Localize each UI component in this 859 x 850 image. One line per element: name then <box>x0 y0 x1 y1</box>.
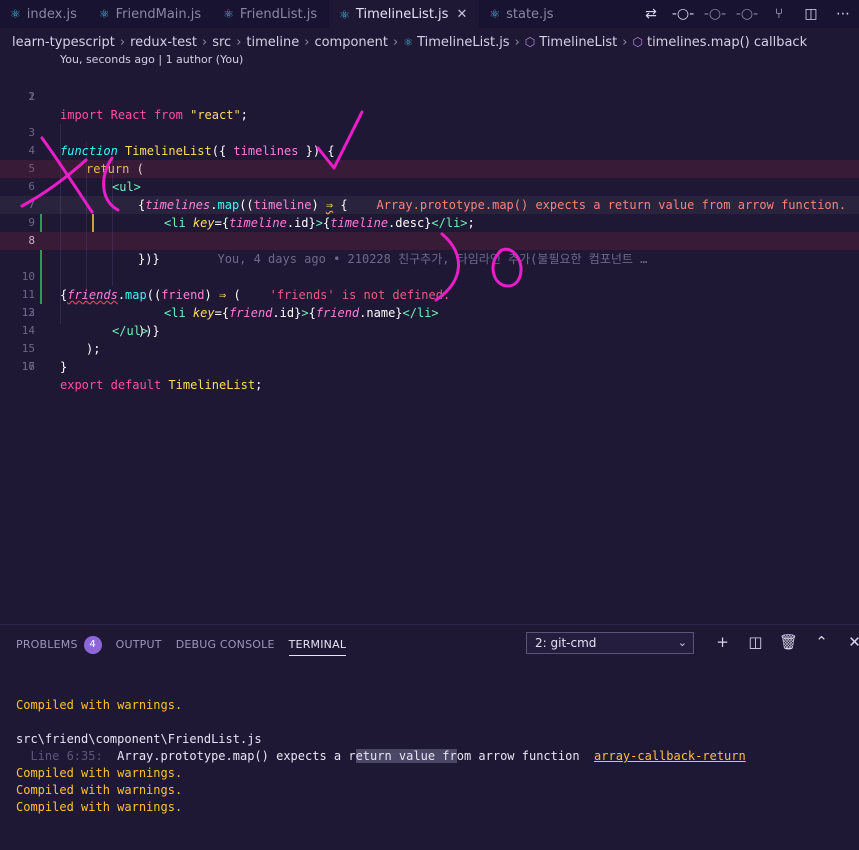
git-commit-icon[interactable]: -○- <box>667 6 699 22</box>
symbol-cube-icon: ⬡ <box>632 35 643 49</box>
code-line-current: 8 })} You, 4 days ago • 210228 친구추가, 타임라… <box>0 196 859 266</box>
token: default <box>110 378 162 392</box>
trash-icon[interactable]: 🗑 <box>772 633 805 651</box>
chevron-down-icon: ⌄ <box>677 636 687 649</box>
token: ; <box>255 378 263 392</box>
split-editor-icon[interactable]: ◫ <box>795 6 827 22</box>
tab-terminal[interactable]: TERMINAL <box>288 633 347 656</box>
code-line-error: 6 {timelines.map((timeline) ⇒ { Array.pr… <box>0 160 859 212</box>
code-line: 9 <box>0 214 859 232</box>
next-change-icon[interactable]: -○- <box>731 6 763 22</box>
breadcrumb: learn-typescript › redux-test › src › timel… <box>12 33 807 51</box>
react-icon: ⚛ <box>98 7 110 21</box>
terminal-line: Compiled with warnings. <box>16 698 183 712</box>
terminal-line: Compiled with warnings. <box>16 766 183 780</box>
tab-friendlist-js[interactable]: ⚛ FriendList.js <box>213 0 329 28</box>
line-number: 2 <box>28 90 35 103</box>
terminal-selection: eturn value fr <box>355 749 457 763</box>
compare-changes-icon[interactable]: ⇄ <box>635 6 667 22</box>
terminal-output[interactable]: Compiled with warnings. src\friend\compo… <box>16 697 746 816</box>
token: TimelineList <box>168 378 256 392</box>
terminal-line: src\friend\component\FriendList.js <box>16 732 262 746</box>
tab-problems[interactable]: PROBLEMS 4 <box>16 634 102 656</box>
chevron-right-icon: › <box>392 34 399 50</box>
panel-tabs: PROBLEMS 4 OUTPUT DEBUG CONSOLE TERMINAL <box>16 633 360 656</box>
breadcrumb-item[interactable]: component <box>314 35 388 50</box>
terminal-line: Compiled with warnings. <box>16 783 183 797</box>
chevron-right-icon: › <box>304 34 310 50</box>
code-line: 13 </ul> <box>0 286 859 338</box>
symbol-cube-icon: ⬡ <box>524 35 536 49</box>
terminal-message: Array.prototype.map() expects a r <box>102 749 356 763</box>
tab-index-js[interactable]: ⚛ index.js <box>0 0 89 28</box>
breadcrumb-item[interactable]: learn-typescript <box>12 35 115 50</box>
editor-actions: ⇄ -○- -○- -○- ⑂ ◫ ⋯ <box>635 0 859 28</box>
tab-output[interactable]: OUTPUT <box>116 634 162 656</box>
bottom-panel: PROBLEMS 4 OUTPUT DEBUG CONSOLE TERMINAL … <box>0 624 859 850</box>
code-line: 17 <box>0 358 859 376</box>
chevron-right-icon: › <box>514 34 520 50</box>
code-line: 1 import React from "react"; <box>0 70 859 122</box>
tab-friendmain-js[interactable]: ⚛ FriendMain.js <box>89 0 213 28</box>
code-line: 2 <box>0 88 859 106</box>
token: export <box>60 378 104 392</box>
code-line: 15 } <box>0 322 859 374</box>
split-terminal-icon[interactable]: ◫ <box>739 633 772 651</box>
code-line: 3 function TimelineList({ timelines }) { <box>0 106 859 158</box>
tab-debug-console[interactable]: DEBUG CONSOLE <box>176 634 275 656</box>
code-line: 16 export default TimelineList; <box>0 340 859 392</box>
previous-change-icon[interactable]: -○- <box>699 6 731 22</box>
codelens-blame[interactable]: You, seconds ago | 1 author (You) <box>60 53 243 66</box>
breadcrumb-item[interactable]: timeline <box>246 35 299 50</box>
terminal-select[interactable]: 2: git-cmd ⌄ <box>526 632 694 654</box>
close-icon[interactable]: ✕ <box>456 7 467 22</box>
code-editor[interactable]: You, seconds ago | 1 author (You) 1 impo… <box>0 52 859 620</box>
breadcrumb-item[interactable]: redux-test <box>130 35 197 50</box>
breadcrumb-item[interactable]: timelines.map() callback <box>647 35 807 50</box>
problems-count-badge: 4 <box>83 635 102 654</box>
eslint-rule-link[interactable]: array-callback-return <box>594 749 746 763</box>
close-panel-icon[interactable]: ✕ <box>838 633 859 651</box>
breadcrumb-item[interactable]: src <box>212 35 231 50</box>
code-line: 11 <li key={friend.id}>{friend.name}</li… <box>0 250 859 320</box>
code-line: 14 ); <box>0 304 859 356</box>
tab-timelinelist-js[interactable]: ⚛ TimelineList.js ✕ <box>329 0 480 28</box>
code-line: 5 <ul> <box>0 142 859 194</box>
terminal-location: Line 6:35: <box>16 749 103 763</box>
tab-state-js[interactable]: ⚛ state.js <box>479 0 565 28</box>
line-number: 9 <box>28 216 35 229</box>
code-line: 12 ))} <box>0 268 859 338</box>
code-line: 7 <li key={timeline.id}>{timeline.desc}<… <box>0 178 859 230</box>
chevron-right-icon: › <box>119 34 126 50</box>
chevron-right-icon: › <box>202 34 208 50</box>
code-line-error: 10 {friends.map((friend) ⇒ ( 'friends' i… <box>0 232 859 302</box>
react-icon: ⚛ <box>10 7 21 21</box>
chevron-right-icon: › <box>236 34 242 50</box>
terminal-message: om arrow function <box>456 749 595 763</box>
chevron-right-icon: › <box>622 34 628 50</box>
react-icon: ⚛ <box>223 7 234 21</box>
react-icon: ⚛ <box>339 7 350 22</box>
breadcrumb-item[interactable]: TimelineList <box>539 35 617 50</box>
line-number: 17 <box>21 360 35 373</box>
maximize-panel-icon[interactable]: ⌃ <box>805 633 838 651</box>
more-actions-icon[interactable]: ⋯ <box>827 6 859 22</box>
open-changes-icon[interactable]: ⑂ <box>763 6 795 22</box>
terminal-line: Compiled with warnings. <box>16 800 183 814</box>
git-added-gutter <box>40 214 42 232</box>
code-line: 4 return ( <box>0 124 859 176</box>
breadcrumb-item[interactable]: TimelineList.js <box>417 35 510 50</box>
new-terminal-icon[interactable]: + <box>706 633 739 651</box>
react-icon: ⚛ <box>489 7 501 21</box>
react-icon: ⚛ <box>403 35 414 49</box>
panel-actions: + ◫ 🗑 ⌃ ✕ <box>706 633 859 651</box>
